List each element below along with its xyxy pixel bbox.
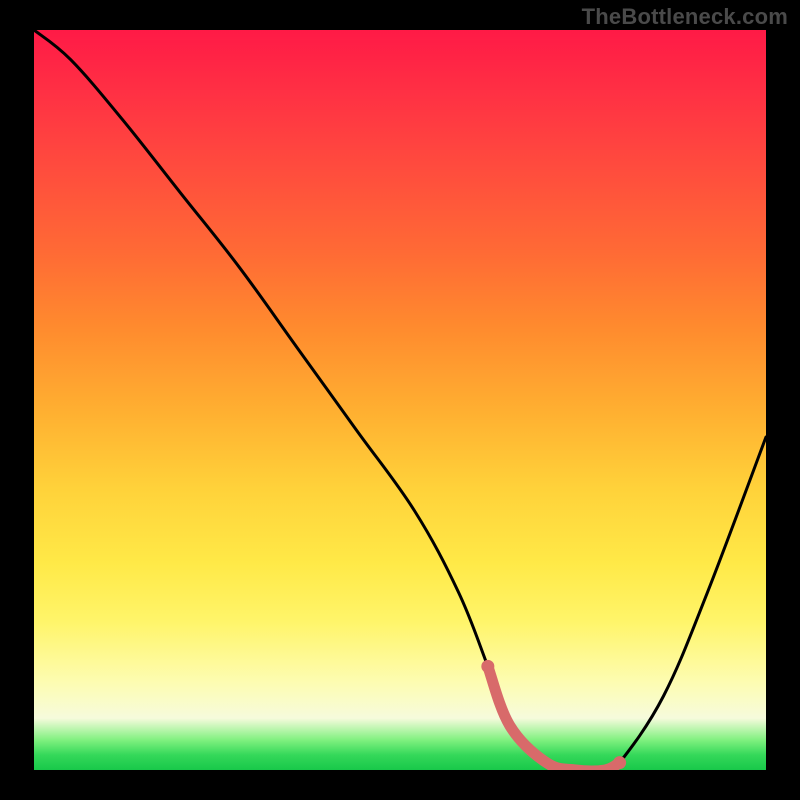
plot-area: [34, 30, 766, 770]
watermark-text: TheBottleneck.com: [582, 4, 788, 30]
gradient-background: [34, 30, 766, 770]
chart-frame: TheBottleneck.com: [0, 0, 800, 800]
